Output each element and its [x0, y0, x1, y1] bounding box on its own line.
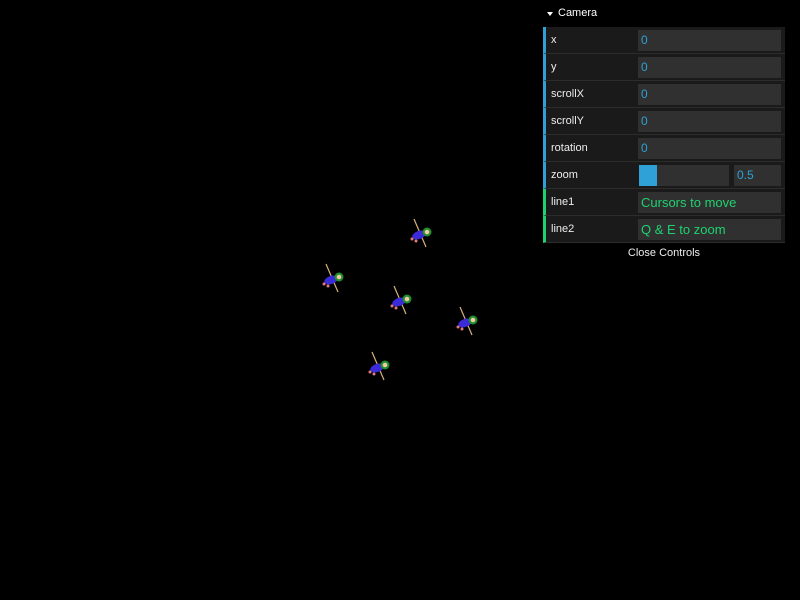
close-controls-button[interactable]: Close Controls [543, 243, 785, 263]
line2-input[interactable] [638, 218, 781, 240]
character-sprite-icon [456, 306, 478, 336]
zoom-input[interactable] [734, 164, 781, 186]
y-label: y [551, 61, 557, 73]
row-zoom: zoom [543, 162, 785, 189]
row-scrollx: scrollX [543, 81, 785, 108]
line1-label: line1 [551, 196, 575, 208]
x-input[interactable] [638, 29, 781, 51]
row-y: y [543, 54, 785, 81]
row-x: x [543, 27, 785, 54]
character-sprite-icon [322, 263, 344, 293]
scrollx-input[interactable] [638, 83, 781, 105]
camera-folder-title[interactable]: Camera [543, 0, 785, 27]
line2-label: line2 [551, 223, 575, 235]
scrolly-label: scrollY [551, 115, 585, 127]
y-input[interactable] [638, 56, 781, 78]
zoom-slider-fill [639, 164, 657, 186]
character-sprite-icon [390, 285, 412, 315]
caret-down-icon [547, 11, 553, 16]
row-line1: line1 [543, 189, 785, 216]
row-rotation: rotation [543, 135, 785, 162]
line1-input[interactable] [638, 191, 781, 213]
character-sprite-icon [368, 351, 390, 381]
scrolly-input[interactable] [638, 110, 781, 132]
x-label: x [551, 34, 557, 46]
controls-panel: Camera x y scrollX scrollY rotation zoom… [543, 0, 785, 263]
zoom-slider[interactable] [639, 164, 729, 186]
character-sprite-icon [410, 218, 432, 248]
camera-folder-label: Camera [558, 7, 598, 19]
rotation-label: rotation [551, 142, 588, 154]
zoom-label: zoom [551, 169, 578, 181]
row-line2: line2 [543, 216, 785, 243]
row-scrolly: scrollY [543, 108, 785, 135]
scrollx-label: scrollX [551, 88, 585, 100]
rotation-input[interactable] [638, 137, 781, 159]
